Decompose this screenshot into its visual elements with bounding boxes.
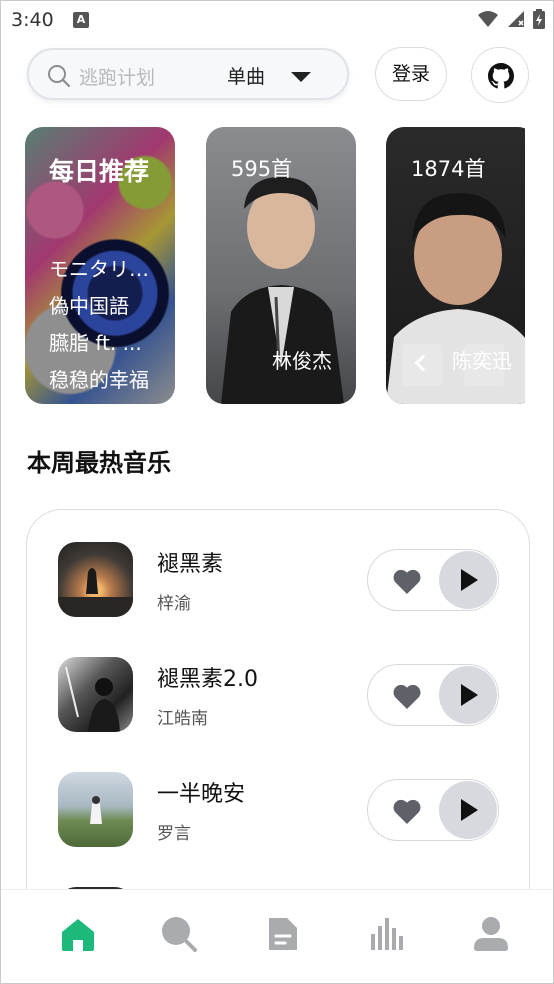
carousel-prev-button[interactable]	[402, 344, 442, 386]
cover-art	[58, 568, 133, 617]
track-cover	[58, 772, 133, 847]
artist-card[interactable]: 595首 林俊杰	[206, 127, 356, 404]
cover-art	[65, 666, 120, 732]
track-title: 褪黑素	[157, 552, 224, 577]
search-bar[interactable]: 逃跑计划 单曲	[27, 48, 349, 100]
daily-song: 偽中国語	[49, 294, 129, 318]
play-button[interactable]	[439, 551, 497, 609]
hot-track-list: 褪黑素 梓渝 褪黑素2.0 江皓南 一半晚安 罗言	[26, 509, 530, 929]
daily-song-list: モニタリング 偽中国語 臙脂 ft. ... 稳稳的幸福	[49, 251, 167, 399]
daily-recommend-title: 每日推荐	[49, 157, 150, 186]
search-input[interactable]: 逃跑计划	[79, 63, 155, 90]
track-cover	[58, 657, 133, 732]
cover-art	[90, 796, 102, 824]
chart-icon[interactable]	[367, 914, 407, 954]
track-controls	[367, 549, 499, 611]
notification-icon: A	[73, 12, 89, 28]
track-row[interactable]: 褪黑素 梓渝	[27, 542, 529, 632]
track-title: 一半晚安	[157, 782, 246, 807]
track-controls	[367, 779, 499, 841]
heart-icon[interactable]	[392, 798, 422, 824]
app-frame: 3:40 A 逃跑计划 单曲 登录 每日推荐 モニタリング 偽中国語 臙脂 ft…	[0, 0, 554, 984]
artist-card[interactable]: 1874首 陈奕迅	[386, 127, 525, 404]
track-cover	[58, 542, 133, 617]
status-icons	[477, 9, 545, 29]
search-icon	[48, 65, 71, 88]
play-icon	[461, 684, 478, 706]
login-button[interactable]: 登录	[375, 47, 447, 101]
play-icon	[461, 799, 478, 821]
status-time: 3:40	[11, 9, 54, 31]
track-controls	[367, 664, 499, 726]
chevron-left-icon	[414, 354, 432, 372]
home-icon[interactable]	[58, 914, 98, 954]
track-row[interactable]: 一半晚安 罗言	[27, 772, 529, 862]
daily-song: モニタリング	[49, 257, 167, 281]
heart-icon[interactable]	[392, 683, 422, 709]
search-icon[interactable]	[159, 914, 199, 954]
artist-name: 林俊杰	[272, 349, 332, 373]
section-title: 本周最热音乐	[27, 449, 171, 477]
artist-song-count: 595首	[231, 157, 293, 181]
wifi-icon	[478, 11, 498, 27]
track-artist: 罗言	[157, 824, 191, 844]
carousel-next-button[interactable]	[464, 344, 504, 386]
daily-recommend-card[interactable]: 每日推荐 モニタリング 偽中国語 臙脂 ft. ... 稳稳的幸福	[25, 127, 175, 404]
play-icon	[461, 569, 478, 591]
battery-icon	[533, 9, 545, 29]
github-icon	[488, 63, 514, 89]
status-bar: 3:40 A	[1, 1, 553, 41]
search-type-select[interactable]: 单曲	[227, 62, 265, 89]
artist-song-count: 1874首	[411, 157, 486, 181]
user-icon[interactable]	[471, 914, 511, 954]
play-button[interactable]	[439, 666, 497, 724]
track-artist: 江皓南	[157, 709, 208, 729]
recommend-carousel: 每日推荐 モニタリング 偽中国語 臙脂 ft. ... 稳稳的幸福 595首 林…	[25, 127, 525, 405]
play-button[interactable]	[439, 781, 497, 839]
daily-song: 臙脂 ft. ...	[49, 331, 142, 355]
github-button[interactable]	[471, 47, 529, 103]
track-title: 褪黑素2.0	[157, 667, 258, 692]
track-row[interactable]: 褪黑素2.0 江皓南	[27, 657, 529, 747]
track-artist: 梓渝	[157, 594, 191, 614]
bottom-nav	[1, 889, 553, 983]
chevron-down-icon[interactable]	[291, 72, 311, 82]
document-icon[interactable]	[263, 914, 303, 954]
daily-song: 稳稳的幸福	[49, 368, 149, 392]
heart-icon[interactable]	[392, 568, 422, 594]
signal-icon	[508, 11, 524, 27]
